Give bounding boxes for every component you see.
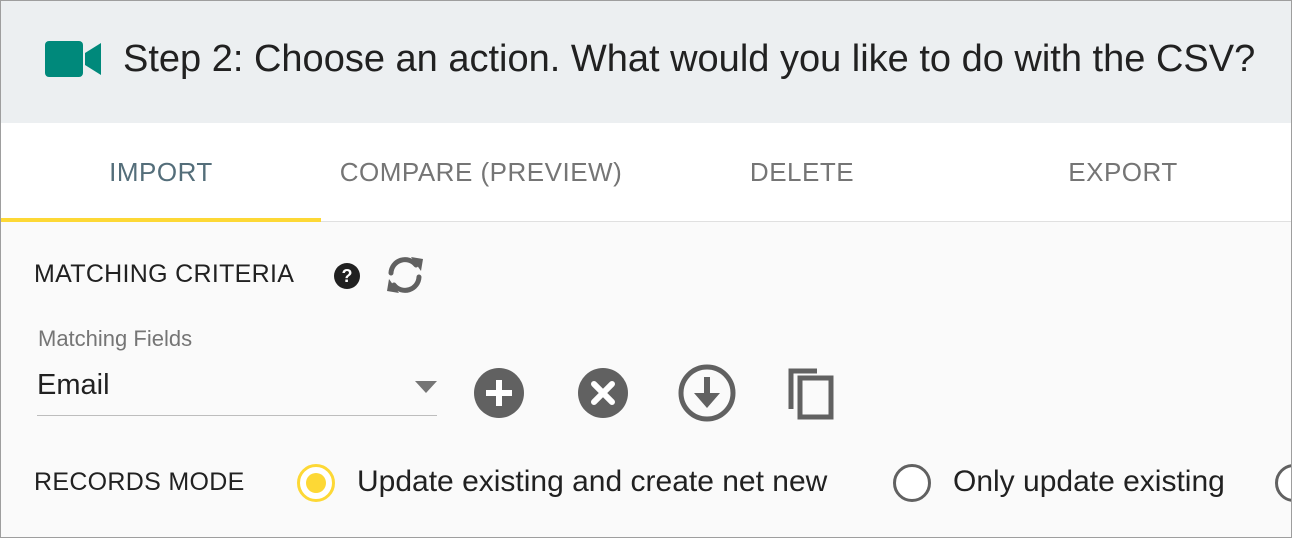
svg-text:?: ? (342, 266, 353, 286)
add-circle-icon[interactable] (469, 363, 529, 423)
radio-selected-dot (306, 473, 326, 493)
matching-fields-select[interactable]: Email (37, 361, 437, 416)
radio-update-and-create[interactable] (297, 464, 335, 502)
records-mode-title: RECORDS MODE (34, 468, 245, 496)
tab-export-label: EXPORT (1068, 156, 1178, 187)
action-tabs: IMPORT COMPARE (PREVIEW) DELETE EXPORT (1, 123, 1291, 222)
refresh-icon[interactable] (383, 253, 427, 297)
tab-delete[interactable]: DELETE (641, 123, 963, 221)
remove-circle-icon[interactable] (573, 363, 633, 423)
matching-criteria-title: MATCHING CRITERIA (34, 260, 295, 288)
active-tab-indicator (1, 218, 321, 222)
matching-fields-value: Email (37, 369, 110, 401)
radio-only-update-existing-label[interactable]: Only update existing (953, 465, 1225, 499)
copy-icon[interactable] (781, 363, 841, 423)
tab-delete-label: DELETE (749, 156, 855, 187)
tab-compare-label: COMPARE (PREVIEW) (339, 156, 623, 187)
tab-export[interactable]: EXPORT (963, 123, 1283, 221)
chevron-down-icon (415, 381, 437, 393)
tab-import-label: IMPORT (109, 156, 213, 187)
import-dialog: Step 2: Choose an action. What would you… (0, 0, 1292, 538)
radio-third-option[interactable] (1275, 464, 1291, 502)
step-title: Step 2: Choose an action. What would you… (123, 38, 1256, 80)
tab-compare-preview[interactable]: COMPARE (PREVIEW) (321, 123, 641, 221)
download-circle-icon[interactable] (677, 363, 737, 423)
step-header: Step 2: Choose an action. What would you… (1, 1, 1291, 123)
matching-fields-label: Matching Fields (38, 326, 193, 351)
video-camera-icon (45, 41, 101, 77)
help-icon[interactable]: ? (333, 262, 361, 290)
radio-only-update-existing[interactable] (893, 464, 931, 502)
tab-import[interactable]: IMPORT (1, 123, 321, 222)
radio-update-and-create-label[interactable]: Update existing and create net new (357, 465, 827, 499)
